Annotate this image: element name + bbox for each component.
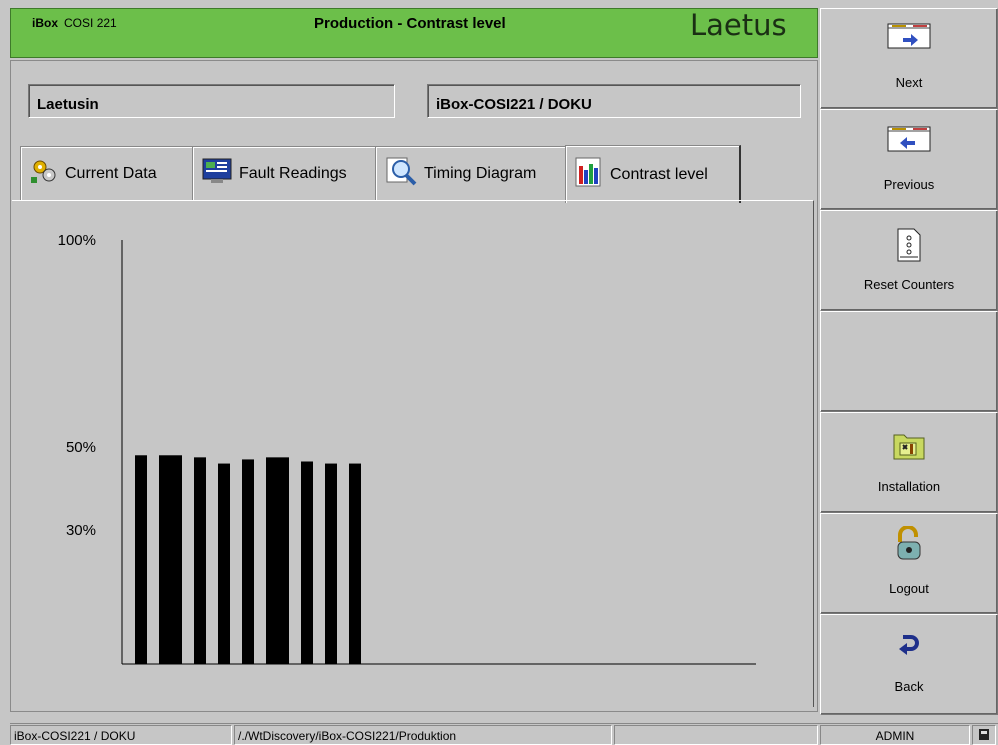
device-field: iBox-COSI221 / DOKU bbox=[427, 84, 801, 118]
monitor-icon bbox=[201, 157, 233, 190]
bar bbox=[194, 457, 206, 664]
bar bbox=[301, 461, 313, 664]
status-user: ADMIN bbox=[820, 725, 970, 745]
tab-fault-readings[interactable]: Fault Readings bbox=[192, 146, 376, 200]
padlock-icon bbox=[892, 525, 926, 565]
magnifier-icon bbox=[384, 155, 418, 192]
arrow-right-icon bbox=[887, 23, 931, 52]
status-empty bbox=[614, 725, 818, 745]
button-label: Back bbox=[894, 679, 924, 694]
brand-logo: Laetus bbox=[690, 8, 787, 42]
button-label: Next bbox=[895, 75, 923, 90]
back-arrow-icon bbox=[897, 633, 921, 664]
previous-button[interactable]: Previous bbox=[820, 109, 998, 210]
button-label: Previous bbox=[883, 177, 935, 192]
bar bbox=[325, 463, 337, 664]
y-tick-label: 30% bbox=[66, 522, 96, 539]
y-tick-label: 50% bbox=[66, 439, 96, 456]
empty-button[interactable] bbox=[820, 311, 998, 412]
tab-current-data[interactable]: Current Data bbox=[20, 146, 193, 200]
page-title: Production - Contrast level bbox=[314, 15, 506, 32]
tab-label: Current Data bbox=[65, 164, 157, 182]
tab-label: Timing Diagram bbox=[424, 164, 537, 182]
contrast-chart: 100% 50% 30% bbox=[58, 232, 756, 665]
tab-timing-diagram[interactable]: Timing Diagram bbox=[375, 146, 566, 200]
reset-counters-button[interactable]: Reset Counters bbox=[820, 210, 998, 311]
bar bbox=[266, 457, 289, 664]
bar bbox=[349, 463, 361, 664]
back-button[interactable]: Back bbox=[820, 614, 998, 715]
bar-chart-icon bbox=[574, 156, 604, 193]
bar bbox=[159, 455, 182, 664]
status-path: /./WtDiscovery/iBox-COSI221/Produktion bbox=[234, 725, 612, 745]
tab-label: Contrast level bbox=[610, 165, 708, 183]
reset-document-icon bbox=[896, 227, 922, 266]
bar bbox=[135, 455, 147, 664]
y-tick-label: 100% bbox=[58, 232, 96, 249]
arrow-left-icon bbox=[887, 126, 931, 155]
app-model: COSI 221 bbox=[64, 16, 117, 30]
tools-folder-icon bbox=[892, 429, 926, 464]
tab-contrast-level[interactable]: Contrast level bbox=[565, 145, 741, 203]
button-label: Installation bbox=[877, 479, 941, 494]
button-label: Reset Counters bbox=[863, 277, 955, 292]
tab-label: Fault Readings bbox=[239, 164, 347, 182]
installation-button[interactable]: Installation bbox=[820, 412, 998, 513]
status-device: iBox-COSI221 / DOKU bbox=[10, 725, 232, 745]
bar bbox=[242, 459, 254, 664]
bar bbox=[218, 463, 230, 664]
logout-button[interactable]: Logout bbox=[820, 513, 998, 614]
keyboard-icon[interactable] bbox=[972, 725, 996, 745]
name-field: Laetusin bbox=[28, 84, 395, 118]
app-name: iBox COSI 221 bbox=[32, 16, 117, 30]
button-label: Logout bbox=[889, 581, 929, 596]
gears-icon bbox=[29, 157, 59, 190]
next-button[interactable]: Next bbox=[820, 8, 998, 109]
